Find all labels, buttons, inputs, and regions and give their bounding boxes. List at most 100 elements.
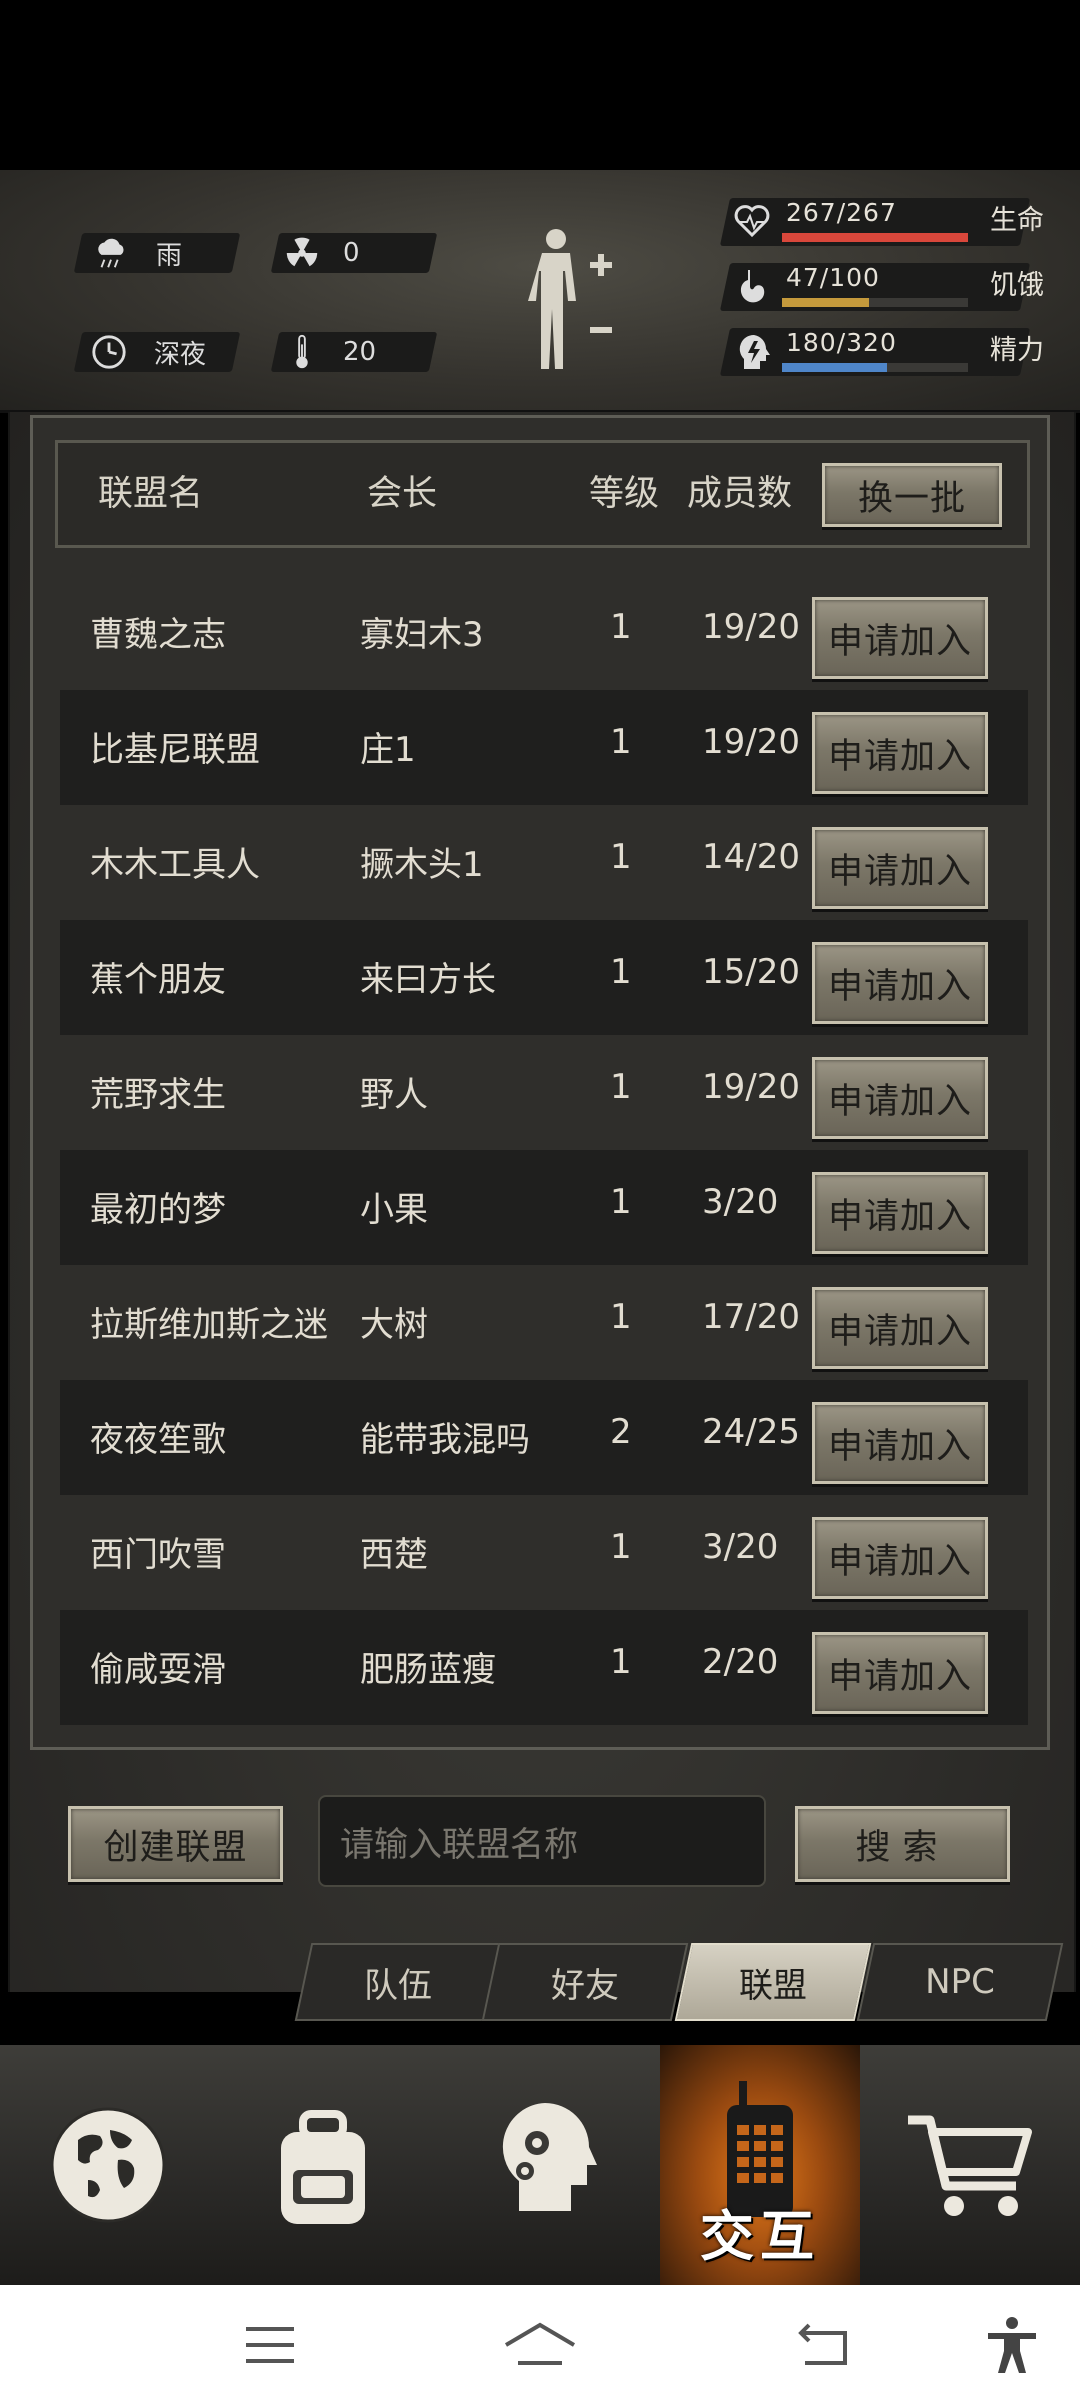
leader-name: 庄1 [360, 730, 416, 770]
member-count: 3/20 [702, 1527, 779, 1567]
header-member-count: 成员数 [687, 474, 793, 514]
apply-join-button[interactable]: 申请加入 [812, 827, 988, 909]
hunger-bar-fill [782, 298, 870, 307]
alliance-name: 木木工具人 [90, 845, 260, 885]
hunger-label: 饥饿 [990, 270, 1044, 301]
alliance-name: 曹魏之志 [90, 615, 226, 655]
hunger-value: 47/100 [786, 263, 880, 292]
alliance-level: 1 [610, 722, 632, 762]
alliance-name: 荒野求生 [90, 1075, 226, 1115]
apply-join-button[interactable]: 申请加入 [812, 1287, 988, 1369]
table-row: 木木工具人 撅木头1 1 14/20 申请加入 [60, 805, 1028, 920]
nav-world[interactable] [0, 2045, 215, 2285]
alliance-level: 1 [610, 1182, 632, 1222]
alliance-level: 1 [610, 952, 632, 992]
time-display: 深夜 [90, 332, 206, 372]
apply-join-button[interactable]: 申请加入 [812, 1057, 988, 1139]
alliance-level: 1 [610, 1297, 632, 1337]
table-row: 荒野求生 野人 1 19/20 申请加入 [60, 1035, 1028, 1150]
leader-name: 肥肠蓝瘦 [360, 1650, 496, 1690]
member-count: 19/20 [702, 1067, 800, 1107]
thermometer-icon [296, 334, 308, 369]
table-row: 拉斯维加斯之迷 大树 1 17/20 申请加入 [60, 1265, 1028, 1380]
refresh-batch-button[interactable]: 换一批 [822, 463, 1002, 527]
energy-label: 精力 [990, 335, 1044, 366]
heart-pulse-icon [734, 205, 770, 238]
radiation-icon [286, 237, 318, 267]
menu-icon[interactable] [240, 2315, 300, 2375]
globe-icon [50, 2107, 165, 2223]
member-count: 3/20 [702, 1182, 779, 1222]
nav-interact-label: 交互 [700, 2205, 820, 2268]
tab-npc-label: NPC [925, 1962, 995, 2002]
cart-icon [908, 2115, 1032, 2216]
top-blank-area [0, 0, 1080, 170]
header-alliance-name: 联盟名 [98, 474, 204, 514]
back-icon[interactable] [795, 2315, 855, 2375]
header-leader: 会长 [367, 474, 438, 514]
temperature-display: 20 [283, 332, 376, 372]
alliance-search-input[interactable]: 请输入联盟名称 [318, 1795, 766, 1887]
leader-name: 来曰方长 [360, 960, 496, 1000]
temperature-value: 20 [343, 337, 377, 367]
table-row: 曹魏之志 寡妇木3 1 19/20 申请加入 [60, 575, 1028, 690]
energy-bar-fill [782, 363, 887, 372]
apply-join-button[interactable]: 申请加入 [812, 597, 988, 679]
table-row: 偷咸耍滑 肥肠蓝瘦 1 2/20 申请加入 [60, 1610, 1028, 1725]
alliance-name: 最初的梦 [90, 1190, 226, 1230]
alliance-name: 拉斯维加斯之迷 [90, 1305, 328, 1345]
energy-bar [782, 363, 968, 372]
hunger-bar [782, 298, 968, 307]
apply-join-button[interactable]: 申请加入 [812, 712, 988, 794]
member-count: 15/20 [702, 952, 800, 992]
weather-text: 雨 [156, 240, 183, 271]
leader-name: 能带我混吗 [360, 1420, 530, 1460]
apply-join-button[interactable]: 申请加入 [812, 1632, 988, 1714]
radiation-display: 0 [283, 233, 360, 273]
apply-join-button[interactable]: 申请加入 [812, 1402, 988, 1484]
alliance-level: 1 [610, 1527, 632, 1567]
nav-skills[interactable] [430, 2045, 660, 2285]
rain-cloud-icon [98, 238, 124, 268]
alliance-level: 2 [610, 1412, 632, 1452]
table-row: 比基尼联盟 庄1 1 19/20 申请加入 [60, 690, 1028, 805]
header-level: 等级 [589, 474, 660, 514]
apply-join-button[interactable]: 申请加入 [812, 1172, 988, 1254]
alliance-level: 1 [610, 607, 632, 647]
apply-join-button[interactable]: 申请加入 [812, 942, 988, 1024]
energy-value: 180/320 [786, 328, 897, 357]
alliance-name: 蕉个朋友 [90, 960, 226, 1000]
leader-name: 寡妇木3 [360, 615, 484, 655]
table-row: 蕉个朋友 来曰方长 1 15/20 申请加入 [60, 920, 1028, 1035]
leader-name: 野人 [360, 1075, 428, 1115]
member-count: 17/20 [702, 1297, 800, 1337]
member-count: 14/20 [702, 837, 800, 877]
member-count: 19/20 [702, 607, 800, 647]
home-icon[interactable] [500, 2315, 580, 2375]
nav-inventory[interactable] [215, 2045, 430, 2285]
backpack-icon [280, 2110, 365, 2224]
alliance-level: 1 [610, 837, 632, 877]
create-alliance-button[interactable]: 创建联盟 [68, 1806, 283, 1882]
leader-name: 大树 [360, 1305, 428, 1345]
alliance-name: 偷咸耍滑 [90, 1650, 226, 1690]
accessibility-icon[interactable] [982, 2315, 1042, 2375]
leader-name: 小果 [360, 1190, 428, 1230]
body-status-icon[interactable] [520, 225, 625, 375]
member-count: 19/20 [702, 722, 800, 762]
nav-shop[interactable] [860, 2045, 1080, 2285]
table-row: 西门吹雪 西楚 1 3/20 申请加入 [60, 1495, 1028, 1610]
alliance-name: 比基尼联盟 [90, 730, 260, 770]
alliance-level: 1 [610, 1067, 632, 1107]
table-row: 夜夜笙歌 能带我混吗 2 24/25 申请加入 [60, 1380, 1028, 1495]
health-label: 生命 [990, 205, 1044, 236]
member-count: 24/25 [702, 1412, 800, 1452]
leader-name: 西楚 [360, 1535, 428, 1575]
health-bar-fill [782, 233, 968, 242]
radiation-value: 0 [343, 238, 360, 268]
apply-join-button[interactable]: 申请加入 [812, 1517, 988, 1599]
search-button[interactable]: 搜索 [795, 1806, 1010, 1882]
energy-head-icon [739, 334, 770, 369]
clock-icon [92, 335, 126, 369]
table-row: 最初的梦 小果 1 3/20 申请加入 [60, 1150, 1028, 1265]
